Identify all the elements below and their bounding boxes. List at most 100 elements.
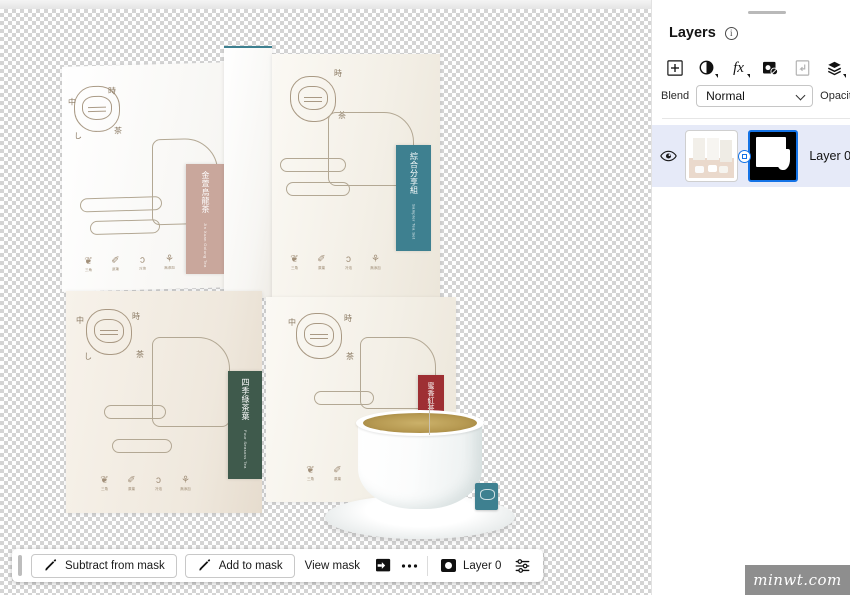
feature-caption: 原葉: [112, 267, 119, 272]
subtract-from-mask-button[interactable]: Subtract from mask: [31, 553, 177, 578]
teapot-spout: [104, 405, 166, 419]
mask-thumbnail-icon: [441, 559, 457, 572]
blend-mode-select-wrap: NormalMultiplyScreenOverlayDarkenLighten: [696, 85, 814, 107]
feature-glyph: ⚘: [371, 254, 380, 265]
image-canvas[interactable]: 中 時 し 茶 ❦ 三角 ✐ 原葉 ɔ 冷泡 ⚘ 無添加 金萱烏龍茶 Jin Xuan …: [0, 0, 651, 595]
feature-glyph: ❦: [290, 254, 299, 265]
stamp-char: 茶: [346, 352, 354, 361]
feature-glyph: ❦: [306, 465, 315, 476]
blend-label: Blend: [661, 90, 690, 102]
ellipsis-glyph: [401, 563, 417, 568]
link-layer-mask-icon[interactable]: [738, 149, 752, 163]
half-circle-glyph: [699, 60, 714, 74]
feature-icon-row: ❦ 三角 ✐ 原葉 ɔ 冷泡 ⚘ 無添加: [98, 475, 192, 492]
layer-row[interactable]: Layer 0: [652, 125, 850, 187]
label-latin: Sampler Tea Set: [411, 203, 417, 240]
teabag-tag: [475, 483, 498, 510]
layer-name-label: Layer 0: [809, 149, 850, 163]
feature-icon: ❦ 三角: [98, 475, 111, 492]
blend-opacity-row: Blend NormalMultiplyScreenOverlayDarkenL…: [661, 85, 850, 107]
panel-title: Layers: [669, 25, 716, 41]
feature-caption: 冷泡: [139, 266, 146, 271]
product-label-teal: 綜合分享組 Sampler Tea Set: [396, 145, 431, 251]
product-box-spine: [224, 46, 272, 298]
stack-glyph: [827, 61, 842, 76]
feature-glyph: ɔ: [140, 254, 145, 266]
layer-thumbnail[interactable]: [685, 130, 738, 182]
feature-glyph: ⚘: [165, 253, 174, 266]
invert-selection-icon[interactable]: [370, 554, 396, 578]
blend-mode-select[interactable]: NormalMultiplyScreenOverlayDarkenLighten: [696, 85, 814, 107]
stamp-char: 中: [288, 318, 296, 327]
feature-caption: 三角: [85, 268, 92, 273]
brush-settings-icon[interactable]: [509, 554, 535, 578]
toolbar-divider: [427, 555, 429, 576]
feature-icon: ⚘ 無添加: [163, 254, 176, 271]
stamp-char: 中: [76, 316, 84, 325]
layer-thumbnail-image: [689, 134, 734, 178]
stamp-char: し: [84, 352, 92, 361]
more-options-icon[interactable]: [396, 554, 422, 578]
adjustment-layer-icon[interactable]: [694, 56, 719, 80]
teapot-spout: [80, 196, 162, 213]
effects-fx-icon[interactable]: fx: [726, 56, 751, 80]
stamp-char: 時: [132, 312, 140, 321]
teapot-spout: [280, 158, 346, 172]
feature-icon: ✐ 原葉: [109, 255, 122, 272]
stamp-char: 時: [344, 314, 352, 323]
view-mask-button[interactable]: View mask: [295, 560, 370, 572]
feature-icon-row: ❦ 三角 ✐ 原葉 ɔ 冷泡 ⚘ 無添加: [82, 254, 176, 274]
link-glyph: [738, 149, 752, 163]
feature-glyph: ❦: [100, 475, 109, 486]
layer-mask-icon[interactable]: [758, 56, 783, 80]
eye-glyph: [660, 150, 677, 162]
mask-toolbar[interactable]: Subtract from mask Add to mask View mask: [12, 549, 544, 582]
teabag-string: [429, 401, 430, 435]
toolbar-drag-handle[interactable]: [18, 555, 22, 576]
add-layer-icon[interactable]: [662, 56, 687, 80]
stamp-char: 茶: [114, 126, 122, 136]
feature-caption: 冷泡: [345, 266, 352, 270]
add-to-mask-button[interactable]: Add to mask: [184, 553, 295, 578]
teapot-handle: [112, 439, 172, 453]
label-latin: Jin Xuan Oolong Tea: [203, 222, 208, 268]
feature-caption: 無添加: [180, 487, 191, 491]
chevron-down-icon: [715, 74, 718, 78]
feature-icon: ⚘ 無添加: [369, 254, 382, 271]
feature-icon: ɔ 冷泡: [152, 475, 165, 492]
teacup: [325, 399, 525, 544]
feature-caption: 三角: [307, 477, 314, 481]
artwork-layer: 中 時 し 茶 ❦ 三角 ✐ 原葉 ɔ 冷泡 ⚘ 無添加 金萱烏龍茶 Jin Xuan …: [0, 9, 651, 595]
sliders-glyph: [515, 558, 530, 573]
feature-icon: ⚘ 無添加: [179, 475, 192, 492]
group-layers-icon[interactable]: [822, 56, 847, 80]
teapot-handle: [90, 219, 160, 236]
layer-tools-row: fx: [662, 55, 847, 81]
active-layer-chip[interactable]: Layer 0: [433, 559, 509, 572]
product-label-rose: 金萱烏龍茶 Jin Xuan Oolong Tea: [186, 164, 224, 274]
feature-caption: 冷泡: [155, 487, 162, 491]
feature-caption: 三角: [101, 487, 108, 491]
plus-square-glyph: [666, 60, 683, 76]
feature-caption: 原葉: [128, 487, 135, 491]
feature-icon: ❦ 三角: [288, 254, 301, 271]
product-label-green: 四季綠茶葉 Four Seasons Tea: [228, 371, 262, 479]
info-icon[interactable]: i: [724, 26, 738, 40]
add-to-mask-label: Add to mask: [218, 559, 283, 572]
label-text: 金萱烏龍茶: [201, 171, 210, 214]
clipping-mask-icon[interactable]: [790, 56, 815, 80]
layers-panel: Layers i fx Blend Normal Opaci Layer 0: [651, 0, 850, 595]
canvas-top-strip: [0, 0, 651, 9]
mask-thumbnail[interactable]: [747, 130, 799, 182]
app-root: 中 時 し 茶 ❦ 三角 ✐ 原葉 ɔ 冷泡 ⚘ 無添加 金萱烏龍茶 Jin Xuan …: [0, 0, 850, 595]
visibility-eye-icon[interactable]: [652, 150, 685, 162]
mask-glyph: [763, 61, 779, 75]
feature-caption: 無添加: [164, 265, 175, 271]
feature-icon: ɔ 冷泡: [342, 254, 355, 271]
brand-stamp-icon: [86, 309, 132, 355]
active-layer-label: Layer 0: [463, 559, 502, 572]
stamp-char: 時: [108, 86, 116, 96]
panel-drag-handle[interactable]: [747, 11, 786, 14]
feature-caption: 三角: [291, 266, 298, 270]
chevron-down-icon: [843, 74, 846, 78]
